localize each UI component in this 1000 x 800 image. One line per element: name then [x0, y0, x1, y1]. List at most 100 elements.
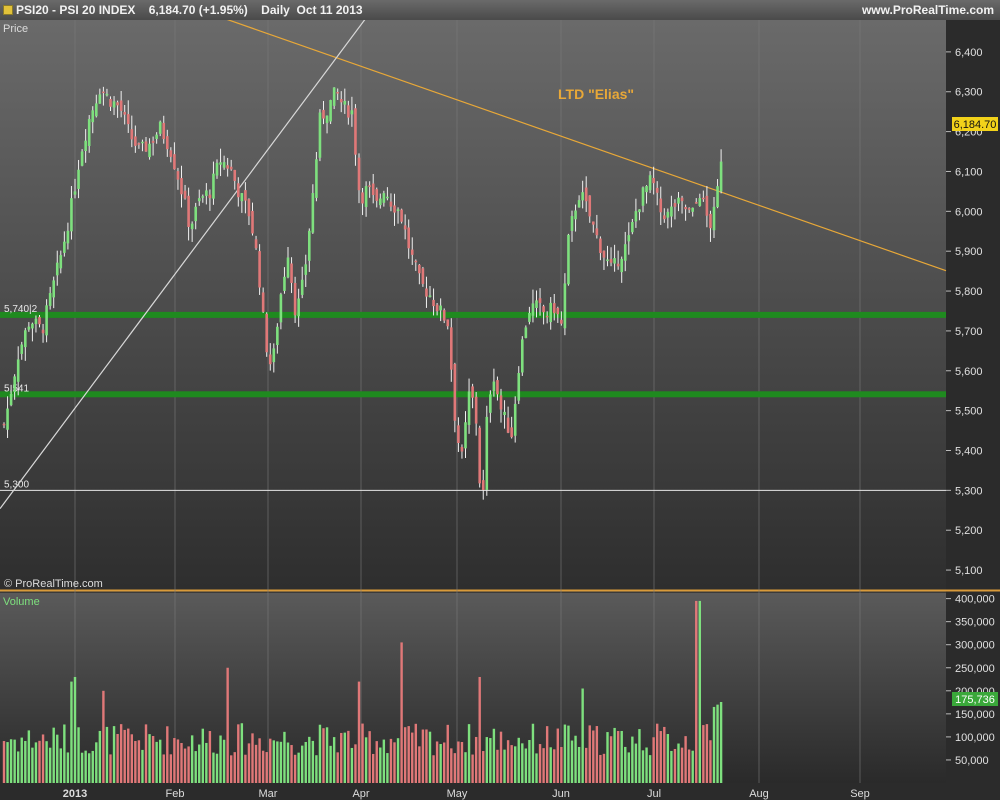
- volume-bar: [691, 750, 694, 783]
- candle-body: [187, 195, 190, 227]
- candle-body: [698, 198, 702, 206]
- y-tick-label: 6,000: [955, 206, 983, 218]
- volume-bar: [624, 746, 627, 783]
- volume-bar: [478, 676, 481, 783]
- volume-bar: [560, 747, 563, 783]
- candle-body: [222, 162, 226, 168]
- header-title: PSI20 - PSI 20 INDEX 6,184.70 (+1.95%) D…: [16, 3, 363, 17]
- candle-body: [396, 209, 400, 211]
- last-price-badge: 6,184.70: [952, 117, 998, 131]
- volume-bar: [585, 747, 588, 783]
- candle-body: [137, 143, 141, 145]
- volume-bar: [712, 706, 716, 783]
- candle-body: [244, 190, 247, 201]
- volume-bar: [382, 739, 386, 783]
- volume-bar: [652, 737, 655, 783]
- x-tick-label: May: [447, 788, 468, 800]
- volume-bar: [574, 735, 577, 783]
- candle-body: [652, 177, 655, 184]
- candle-body: [638, 209, 641, 213]
- candle-body: [251, 210, 254, 234]
- x-tick-label: Aug: [749, 788, 769, 800]
- volume-bar: [613, 727, 616, 783]
- candle-body: [272, 348, 276, 363]
- y-tick-label: 5,600: [955, 366, 983, 378]
- volume-bar: [258, 738, 261, 783]
- candle-body: [368, 185, 371, 187]
- header-site[interactable]: www.ProRealTime.com: [862, 0, 994, 20]
- volume-bar: [656, 723, 659, 783]
- volume-bar: [41, 734, 45, 783]
- candle-body: [641, 187, 645, 206]
- volume-bar: [563, 724, 567, 783]
- candle-body: [467, 391, 471, 425]
- volume-bar: [368, 731, 371, 783]
- volume-bar: [577, 746, 581, 783]
- candle-body: [691, 207, 694, 212]
- candle-body: [9, 394, 13, 406]
- candle-body: [719, 161, 723, 192]
- volume-bar: [88, 753, 91, 783]
- candle-body: [176, 171, 180, 180]
- volume-bar: [269, 738, 272, 783]
- volume-bar: [503, 749, 506, 783]
- volume-bar: [166, 726, 169, 783]
- volume-bar: [279, 741, 283, 783]
- candle-body: [66, 230, 70, 244]
- x-tick-label: Mar: [259, 788, 278, 800]
- volume-bar: [375, 741, 378, 783]
- candle-body: [435, 304, 439, 312]
- candle-body: [481, 480, 485, 491]
- candle-body: [478, 427, 481, 484]
- volume-bar: [56, 734, 59, 783]
- volume-bar: [432, 755, 435, 783]
- candle-body: [375, 189, 379, 201]
- volume-bar: [304, 741, 307, 783]
- volume-bar: [425, 729, 428, 783]
- candle-body: [659, 198, 663, 213]
- candle-body: [584, 187, 588, 202]
- candle-body: [130, 129, 134, 140]
- candle-body: [261, 292, 265, 312]
- candle-body: [166, 136, 169, 150]
- candle-body: [41, 329, 45, 334]
- y-tick-label: 5,100: [955, 565, 983, 577]
- volume-bar: [109, 754, 112, 783]
- candle-body: [116, 102, 119, 106]
- candle-body: [318, 112, 322, 158]
- candle-body: [208, 194, 212, 199]
- volume-bar: [102, 690, 105, 783]
- volume-bar: [151, 736, 155, 783]
- candle-body: [357, 157, 361, 191]
- candle-body: [59, 255, 63, 269]
- candle-body: [371, 183, 375, 196]
- candle-body: [542, 306, 545, 313]
- volume-bar: [251, 733, 254, 783]
- volume-bar: [240, 723, 244, 783]
- volume-bar: [198, 744, 201, 783]
- candle-body: [105, 93, 109, 96]
- candle-body: [293, 282, 297, 316]
- volume-bar: [641, 750, 645, 783]
- candle-body: [623, 244, 627, 261]
- chart-header: PSI20 - PSI 20 INDEX 6,184.70 (+1.95%) D…: [0, 0, 1000, 21]
- candle-body: [91, 110, 95, 123]
- last-volume-badge: 175,736: [952, 692, 998, 706]
- price-panel-label: Price: [3, 23, 28, 35]
- candle-body: [290, 263, 293, 283]
- y-tick-label: 5,800: [955, 286, 983, 298]
- candle-body: [613, 258, 616, 264]
- volume-bar: [418, 746, 421, 783]
- volume-bar: [538, 744, 542, 783]
- volume-bar: [343, 732, 346, 783]
- candle-body: [354, 108, 357, 155]
- volume-bar: [553, 749, 556, 783]
- volume-tick-label: 150,000: [955, 709, 995, 721]
- level-label: 5,541: [4, 383, 29, 394]
- candle-body: [648, 175, 652, 191]
- volume-bar: [602, 753, 606, 783]
- volume-bar: [616, 730, 620, 783]
- volume-bar: [311, 740, 315, 783]
- volume-bar: [116, 733, 119, 783]
- candle-body: [16, 359, 20, 382]
